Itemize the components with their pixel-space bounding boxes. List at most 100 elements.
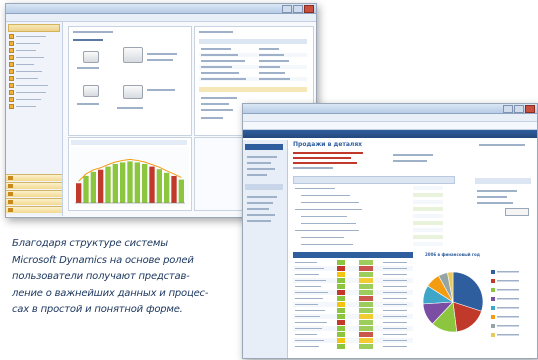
bar[interactable]: [178, 179, 184, 203]
nav-item[interactable]: [9, 97, 55, 102]
legend-swatch: [491, 270, 495, 274]
bottom-nav-button[interactable]: [6, 174, 62, 181]
bar[interactable]: [98, 169, 104, 203]
legend-label: [497, 334, 519, 336]
nav-item[interactable]: [9, 83, 55, 88]
table-row[interactable]: [293, 302, 413, 307]
list-row[interactable]: [199, 53, 307, 57]
grid-row[interactable]: [293, 207, 453, 212]
bar[interactable]: [112, 164, 118, 203]
grid-row[interactable]: [293, 186, 453, 191]
bottom-nav-button[interactable]: [6, 198, 62, 205]
legend-swatch: [491, 297, 495, 301]
table-row[interactable]: [293, 314, 413, 319]
nav-header: [245, 184, 283, 190]
legend-swatch: [491, 324, 495, 328]
nav-item[interactable]: [247, 220, 271, 222]
nav-item[interactable]: [9, 69, 55, 74]
table-row[interactable]: [293, 284, 413, 289]
side-panel-header: [475, 178, 531, 184]
grid-row[interactable]: [293, 235, 453, 240]
table-row[interactable]: [293, 272, 413, 277]
nav-item[interactable]: [9, 104, 55, 109]
grid-row[interactable]: [293, 228, 453, 233]
bottom-nav-button[interactable]: [6, 182, 62, 189]
legend-label: [497, 298, 519, 300]
bar[interactable]: [90, 171, 96, 203]
list-row[interactable]: [199, 47, 307, 51]
subsection-header: [199, 87, 307, 92]
table-row[interactable]: [293, 338, 413, 343]
node-label: [77, 67, 99, 69]
nav-item[interactable]: [247, 208, 269, 210]
list-row[interactable]: [199, 65, 307, 69]
nav-section-header: [8, 24, 60, 32]
table-row[interactable]: [293, 296, 413, 301]
front-window-toolbar: [243, 122, 537, 130]
caption-line: Microsoft Dynamics на основе ролей: [12, 254, 194, 266]
bottom-nav-button[interactable]: [6, 206, 62, 213]
back-window-titlebar: [6, 4, 316, 14]
nav-item[interactable]: [247, 168, 275, 170]
table-row[interactable]: [293, 332, 413, 337]
nav-item[interactable]: [247, 162, 271, 164]
table-row[interactable]: [293, 326, 413, 331]
bar[interactable]: [134, 162, 140, 203]
folder-icon: [9, 48, 14, 53]
grid-row[interactable]: [293, 221, 453, 226]
nav-item[interactable]: [9, 62, 55, 67]
list-row[interactable]: [199, 71, 307, 75]
bar[interactable]: [105, 166, 111, 203]
nav-item[interactable]: [9, 41, 55, 46]
table-row[interactable]: [293, 278, 413, 283]
nav-item[interactable]: [247, 174, 267, 176]
window-controls-icon[interactable]: [282, 5, 314, 13]
nav-item[interactable]: [9, 76, 55, 81]
nav-item[interactable]: [247, 214, 275, 216]
list-line: [201, 97, 237, 99]
grid-row[interactable]: [293, 193, 453, 198]
legend-swatch: [491, 333, 495, 337]
list-line: [201, 109, 233, 111]
list-row[interactable]: [199, 77, 307, 81]
nav-item[interactable]: [247, 196, 277, 198]
workflow-node-icon[interactable]: [123, 85, 143, 99]
go-button[interactable]: [505, 208, 529, 216]
bar[interactable]: [149, 166, 155, 203]
bar[interactable]: [120, 162, 126, 203]
bar[interactable]: [164, 172, 170, 203]
bar[interactable]: [156, 169, 162, 203]
bar-chart-panel: [68, 137, 192, 211]
table-row[interactable]: [293, 266, 413, 271]
table-row[interactable]: [293, 320, 413, 325]
workflow-node-icon[interactable]: [83, 85, 99, 97]
workflow-node-icon[interactable]: [83, 51, 99, 63]
table-row[interactable]: [293, 344, 413, 349]
list-row[interactable]: [199, 59, 307, 63]
table-row[interactable]: [293, 308, 413, 313]
grid-row[interactable]: [293, 214, 453, 219]
bar[interactable]: [127, 161, 133, 203]
nav-item[interactable]: [247, 156, 277, 158]
nav-item[interactable]: [9, 90, 55, 95]
bottom-nav-button[interactable]: [6, 190, 62, 197]
nav-item[interactable]: [9, 55, 55, 60]
nav-item[interactable]: [247, 202, 273, 204]
node-label: [117, 107, 143, 109]
nav-header: [245, 144, 283, 150]
alert-line: [293, 152, 363, 154]
grid-row[interactable]: [293, 200, 453, 205]
bar[interactable]: [142, 164, 148, 203]
nav-item[interactable]: [9, 34, 55, 39]
workflow-node-icon[interactable]: [123, 47, 143, 63]
nav-item[interactable]: [9, 48, 55, 53]
bar[interactable]: [171, 175, 177, 203]
caption-line: Благодаря структуре системы: [12, 238, 168, 249]
table-row[interactable]: [293, 290, 413, 295]
grid-row[interactable]: [293, 242, 453, 247]
folder-icon: [9, 62, 14, 67]
table-row[interactable]: [293, 260, 413, 265]
bar[interactable]: [76, 183, 82, 203]
bar[interactable]: [83, 175, 89, 203]
window-controls-icon[interactable]: [503, 105, 535, 113]
